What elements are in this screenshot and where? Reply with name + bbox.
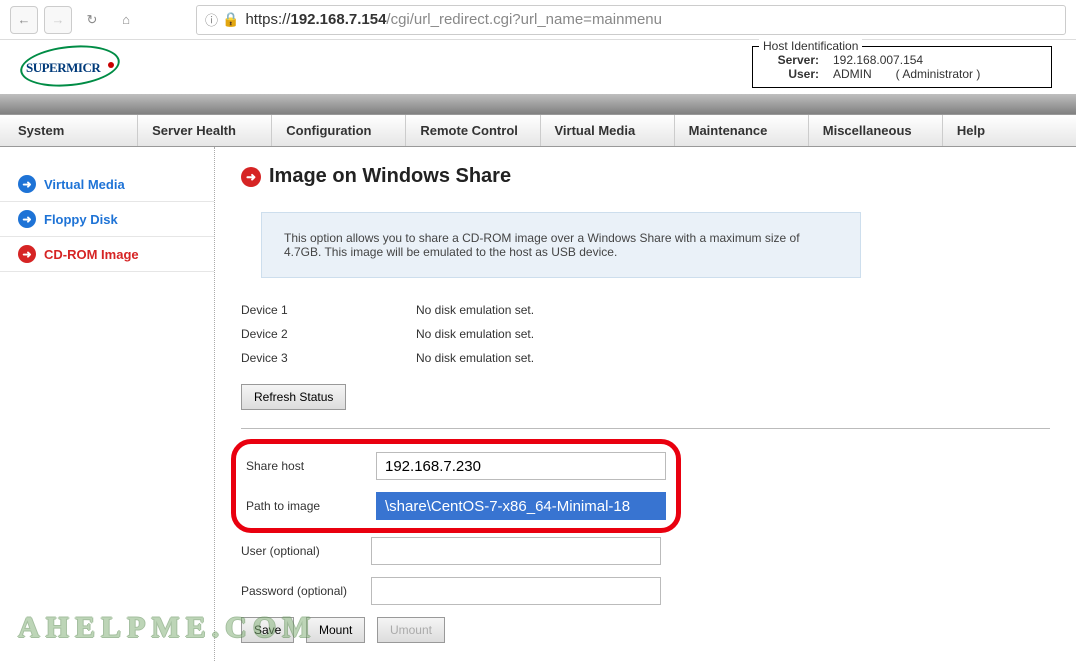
sidebar-item-label: Virtual Media: [44, 177, 125, 192]
info-box: This option allows you to share a CD-ROM…: [261, 212, 861, 278]
highlight-annotation: Share host Path to image: [231, 439, 681, 533]
logo-dot-icon: [108, 62, 114, 68]
refresh-button[interactable]: Refresh Status: [241, 384, 346, 410]
gray-divider: [0, 94, 1076, 114]
sidebar-item-virtual-media[interactable]: ➜ Virtual Media: [0, 167, 214, 202]
device-row: Device 1 No disk emulation set.: [241, 298, 1050, 322]
reload-icon[interactable]: ↻: [78, 6, 106, 34]
arrow-right-icon: ➜: [241, 167, 261, 187]
path-input[interactable]: [376, 492, 666, 520]
menu-remote-control[interactable]: Remote Control: [406, 115, 540, 146]
arrow-right-icon: ➜: [18, 175, 36, 193]
url-bar[interactable]: ⓘ 🔒 https://192.168.7.154/cgi/url_redire…: [196, 5, 1066, 35]
menu-configuration[interactable]: Configuration: [272, 115, 406, 146]
share-host-input[interactable]: [376, 452, 666, 480]
user-role: ( Administrator ): [872, 67, 981, 81]
url-host: 192.168.7.154: [290, 11, 386, 28]
device-row: Device 2 No disk emulation set.: [241, 322, 1050, 346]
user-label: User:: [767, 67, 823, 81]
save-button[interactable]: Save: [241, 617, 294, 643]
back-icon[interactable]: ←: [10, 6, 38, 34]
server-label: Server:: [767, 53, 823, 67]
password-input[interactable]: [371, 577, 661, 605]
menu-system[interactable]: System: [0, 115, 138, 146]
menu-virtual-media[interactable]: Virtual Media: [541, 115, 675, 146]
forward-icon[interactable]: →: [44, 6, 72, 34]
divider: [241, 428, 1050, 429]
path-label: Path to image: [246, 499, 376, 513]
device-status: No disk emulation set.: [416, 327, 534, 341]
user-opt-label: User (optional): [241, 544, 371, 558]
menu-miscellaneous[interactable]: Miscellaneous: [809, 115, 943, 146]
mount-button[interactable]: Mount: [306, 617, 365, 643]
page-title-text: Image on Windows Share: [269, 165, 511, 188]
main-content: ➜ Image on Windows Share This option all…: [215, 147, 1076, 661]
device-label: Device 1: [241, 303, 416, 317]
url-path: /cgi/url_redirect.cgi?url_name=mainmenu: [386, 11, 662, 28]
host-identification: Host Identification Server: 192.168.007.…: [752, 46, 1052, 88]
sidebar-item-floppy[interactable]: ➜ Floppy Disk: [0, 202, 214, 237]
device-label: Device 2: [241, 327, 416, 341]
sidebar-item-cdrom[interactable]: ➜ CD-ROM Image: [0, 237, 214, 272]
host-id-title: Host Identification: [759, 39, 862, 53]
device-row: Device 3 No disk emulation set.: [241, 346, 1050, 370]
share-host-label: Share host: [246, 459, 376, 473]
home-icon[interactable]: ⌂: [112, 6, 140, 34]
menu-help[interactable]: Help: [943, 115, 1076, 146]
url-text: https://192.168.7.154/cgi/url_redirect.c…: [245, 11, 662, 28]
user-input[interactable]: [371, 537, 661, 565]
menu-maintenance[interactable]: Maintenance: [675, 115, 809, 146]
logo: SUPERMICR: [20, 46, 120, 86]
header: SUPERMICR Host Identification Server: 19…: [0, 40, 1076, 94]
sidebar: ➜ Virtual Media ➜ Floppy Disk ➜ CD-ROM I…: [0, 147, 215, 661]
arrow-right-icon: ➜: [18, 210, 36, 228]
browser-toolbar: ← → ↻ ⌂ ⓘ 🔒 https://192.168.7.154/cgi/ur…: [0, 0, 1076, 40]
device-status: No disk emulation set.: [416, 351, 534, 365]
url-scheme: https://: [245, 11, 290, 28]
server-value: 192.168.007.154: [823, 53, 923, 67]
menu-server-health[interactable]: Server Health: [138, 115, 272, 146]
page-title: ➜ Image on Windows Share: [241, 165, 1050, 188]
menubar: System Server Health Configuration Remot…: [0, 114, 1076, 147]
info-icon: ⓘ: [205, 10, 218, 29]
device-label: Device 3: [241, 351, 416, 365]
arrow-right-icon: ➜: [18, 245, 36, 263]
sidebar-item-label: Floppy Disk: [44, 212, 118, 227]
user-value: ADMIN: [823, 67, 872, 81]
lock-warning-icon: 🔒: [222, 11, 239, 28]
umount-button[interactable]: Umount: [377, 617, 445, 643]
device-status: No disk emulation set.: [416, 303, 534, 317]
sidebar-item-label: CD-ROM Image: [44, 247, 139, 262]
logo-text: SUPERMICR: [26, 60, 100, 76]
password-opt-label: Password (optional): [241, 584, 371, 598]
device-list: Device 1 No disk emulation set. Device 2…: [241, 298, 1050, 370]
